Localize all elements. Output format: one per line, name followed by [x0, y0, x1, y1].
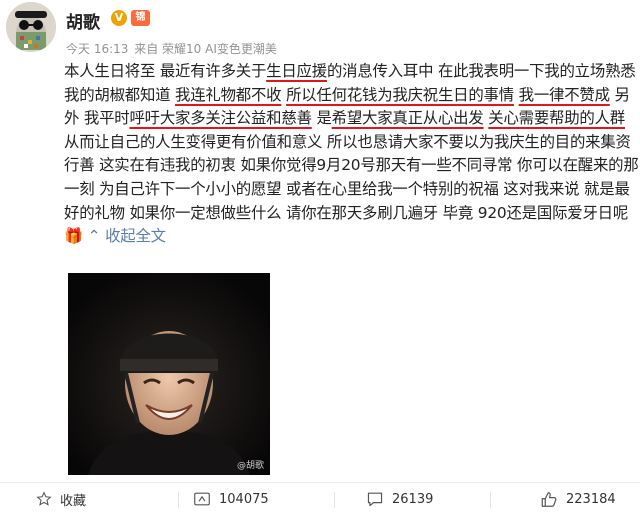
underlined-text: 关心需要帮助的人群 [488, 109, 625, 128]
repost-count: 104075 [219, 491, 269, 507]
post-meta: 今天 16:13 来自 荣耀10 AI变色更潮美 [66, 40, 279, 57]
favorite-label: 收藏 [60, 493, 87, 509]
vip-badge-icon: V [111, 10, 127, 26]
gift-emoji-icon: 🎁 [64, 227, 83, 246]
post-time: 今天 16:13 [66, 42, 129, 56]
level-badge-icon: 锦 [131, 10, 150, 26]
star-icon [36, 491, 52, 506]
text-segment: 的消息传入耳中 在此我表明一下我的立场 [326, 62, 606, 80]
underlined-text: 我一律不赞成 [518, 85, 610, 104]
action-bar: 收藏 104075 26139 223184 [0, 482, 640, 514]
post-source[interactable]: 来自 荣耀10 AI变色更潮美 [134, 42, 277, 56]
collapse-label: 收起全文 [105, 227, 166, 246]
underlined-text: 所以任何花钱为我庆祝生日的事情 [286, 85, 514, 104]
username[interactable]: 胡歌 [66, 8, 100, 33]
repost-icon [194, 492, 210, 506]
comment-button[interactable]: 26139 [366, 483, 433, 514]
repost-button[interactable]: 104075 [193, 483, 269, 514]
collapse-link[interactable]: ⌃ 收起全文 [88, 227, 166, 245]
text-segment: 从而让自己的人生变得更有价值和意义 所以也恳请大家不要以为我庆生的目的来集资行善… [64, 132, 639, 222]
underlined-text: 呼吁大家多关注公益和慈善 [129, 109, 312, 128]
like-button[interactable]: 223184 [540, 483, 616, 514]
comment-icon [367, 492, 383, 507]
post-header: 胡歌 V 锦 今天 16:13 来自 荣耀10 AI变色更潮美 [0, 0, 640, 60]
comment-count: 26139 [392, 491, 434, 507]
divider [178, 492, 179, 508]
underlined-text: 我连礼物都不收 [175, 85, 282, 104]
divider [334, 492, 335, 508]
post-text: 本人生日将至 最近有许多关于生日应援的消息传入耳中 在此我表明一下我的立场熟悉我… [64, 60, 640, 249]
collapse-arrow-icon: ⌃ [87, 227, 101, 246]
image-watermark: @胡歌 [236, 461, 264, 471]
text-segment: 本人生日将至 最近有许多关于 [64, 62, 267, 80]
avatar[interactable] [6, 2, 56, 52]
underlined-text: 生日应援 [266, 62, 327, 80]
text-segment: 是 [311, 109, 332, 128]
divider [490, 492, 491, 508]
post-image[interactable]: @胡歌 [68, 273, 270, 475]
underlined-text: 希望大家真正从心出发 [331, 109, 484, 128]
like-icon [541, 491, 557, 507]
favorite-button[interactable]: 收藏 [36, 483, 86, 514]
like-count: 223184 [566, 491, 616, 507]
